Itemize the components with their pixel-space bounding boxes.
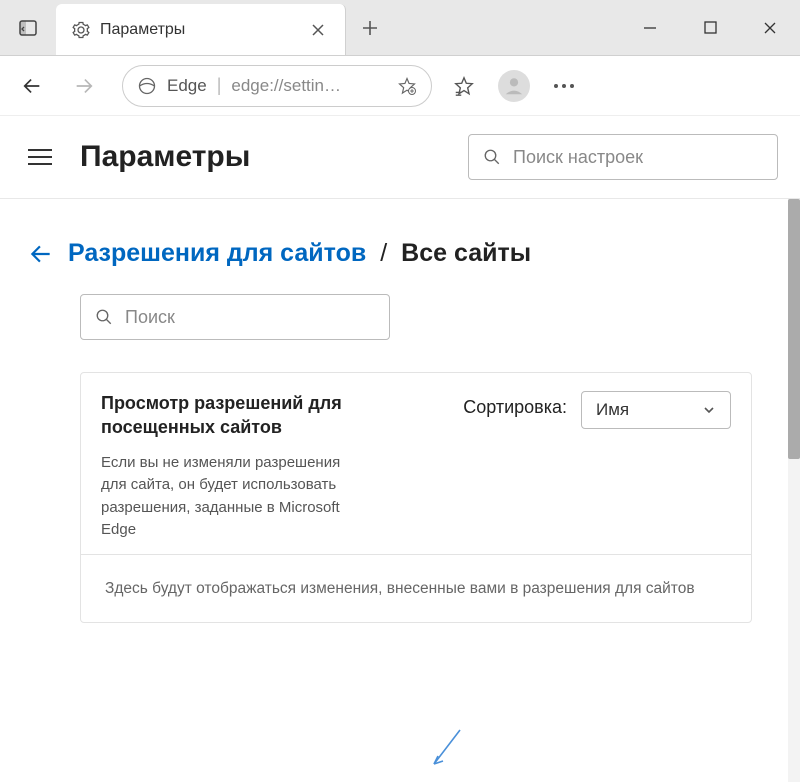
- site-permissions-search-input[interactable]: [125, 307, 375, 328]
- profile-button[interactable]: [490, 62, 538, 110]
- tab-close-button[interactable]: [307, 19, 329, 41]
- add-favorite-icon[interactable]: [397, 76, 417, 96]
- main-area: Разрешения для сайтов / Все сайты Просмо…: [0, 199, 800, 782]
- titlebar: Параметры: [0, 0, 800, 56]
- edge-logo-icon: [137, 76, 157, 96]
- browser-toolbar: Edge | edge://settin…: [0, 56, 800, 116]
- breadcrumb-back-button[interactable]: [28, 241, 54, 267]
- tabs-panel-button[interactable]: [0, 0, 56, 55]
- sort-select[interactable]: Имя: [581, 391, 731, 429]
- scrollbar[interactable]: [788, 199, 800, 782]
- site-permissions-search[interactable]: [80, 294, 390, 340]
- breadcrumb: Разрешения для сайтов / Все сайты: [28, 239, 772, 268]
- more-menu-button[interactable]: [540, 62, 588, 110]
- avatar-icon: [498, 70, 530, 102]
- browser-tab[interactable]: Параметры: [56, 4, 346, 55]
- maximize-button[interactable]: [680, 0, 740, 55]
- forward-button: [60, 62, 108, 110]
- favorites-button[interactable]: [440, 62, 488, 110]
- empty-state-message: Здесь будут отображаться изменения, внес…: [81, 554, 751, 622]
- address-engine-label: Edge: [167, 76, 207, 96]
- settings-header: Параметры: [0, 116, 800, 199]
- gear-icon: [72, 21, 90, 39]
- search-icon: [483, 148, 501, 166]
- card-heading: Просмотр разрешений для посещенных сайто…: [101, 391, 361, 440]
- settings-menu-button[interactable]: [22, 143, 58, 171]
- content-area: Параметры Разрешения для сайтов / Все са…: [0, 116, 800, 782]
- address-url: edge://settin…: [231, 76, 387, 96]
- new-tab-button[interactable]: [346, 0, 394, 55]
- scrollbar-thumb[interactable]: [788, 199, 800, 459]
- sort-label: Сортировка:: [463, 391, 567, 418]
- settings-search-input[interactable]: [513, 147, 763, 168]
- search-icon: [95, 308, 113, 326]
- tab-title: Параметры: [100, 21, 297, 39]
- permissions-card: Просмотр разрешений для посещенных сайто…: [80, 372, 752, 623]
- breadcrumb-separator: /: [380, 239, 387, 268]
- window-controls: [620, 0, 800, 55]
- breadcrumb-current: Все сайты: [401, 239, 531, 268]
- address-bar[interactable]: Edge | edge://settin…: [122, 65, 432, 107]
- chevron-down-icon: [702, 403, 716, 417]
- address-divider: |: [217, 75, 222, 96]
- back-button[interactable]: [8, 62, 56, 110]
- settings-title: Параметры: [80, 140, 446, 174]
- settings-search[interactable]: [468, 134, 778, 180]
- breadcrumb-parent[interactable]: Разрешения для сайтов: [68, 239, 366, 268]
- card-description: Если вы не изменяли разрешения для сайта…: [101, 452, 341, 542]
- minimize-button[interactable]: [620, 0, 680, 55]
- sort-value: Имя: [596, 400, 629, 420]
- close-window-button[interactable]: [740, 0, 800, 55]
